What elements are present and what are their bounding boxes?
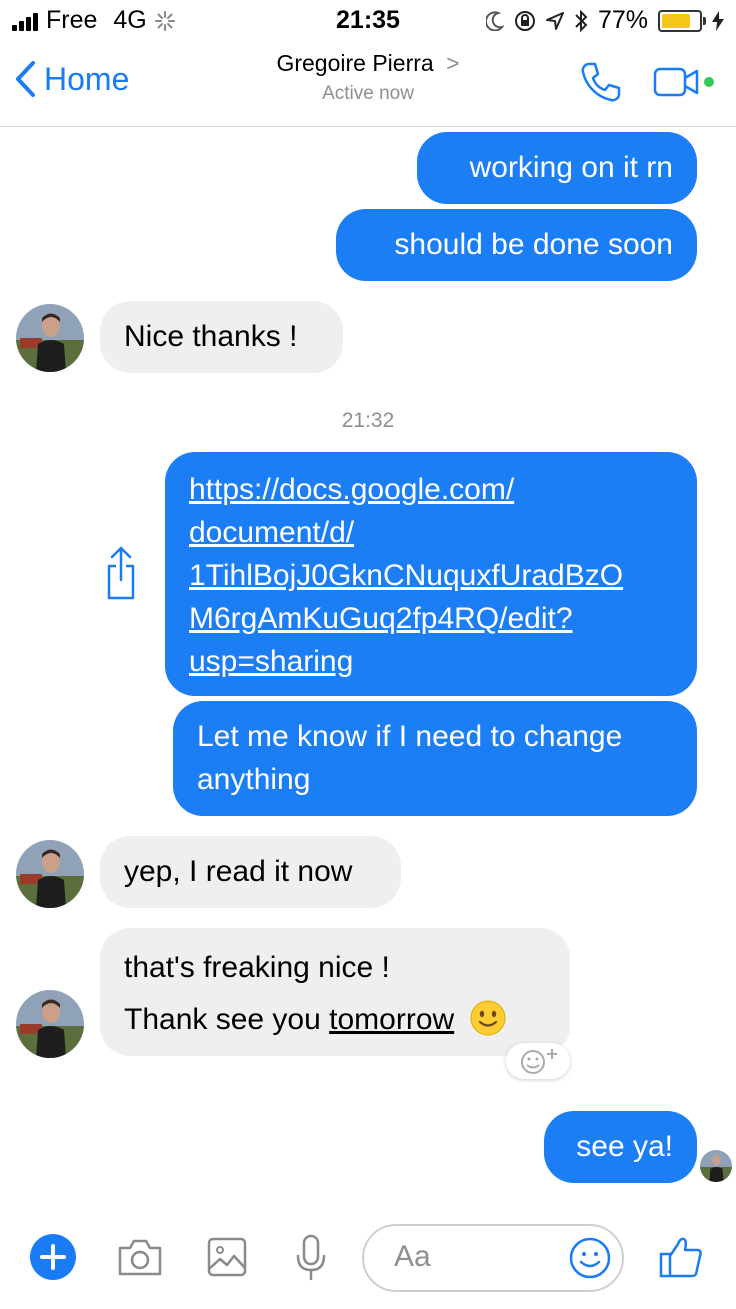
chevron-right-icon: >	[446, 50, 460, 76]
message-outgoing[interactable]: working on it rn	[417, 132, 697, 204]
share-icon[interactable]	[106, 546, 136, 602]
add-reaction-button[interactable]	[506, 1043, 570, 1079]
message-incoming[interactable]: Nice thanks !	[100, 301, 343, 373]
link-line[interactable]: 1TihlBojJ0GknCNuquxfUradBzO	[189, 554, 677, 597]
message-outgoing[interactable]: Let me know if I need to change anything	[173, 701, 697, 816]
plus-icon[interactable]	[30, 1234, 76, 1280]
message-text: Thank see you	[124, 1003, 321, 1036]
avatar[interactable]	[16, 990, 84, 1058]
contact-name: Gregoire Pierra	[276, 50, 434, 76]
avatar[interactable]	[16, 304, 84, 372]
message-incoming[interactable]: that's freaking nice ! Thank see you tom…	[100, 928, 570, 1056]
link-line[interactable]: usp=sharing	[189, 640, 677, 683]
message-text: yep, I read it now	[124, 855, 353, 888]
bluetooth-icon	[575, 9, 588, 32]
avatar[interactable]	[16, 840, 84, 908]
camera-icon[interactable]	[116, 1236, 164, 1278]
message-outgoing[interactable]: should be done soon	[336, 209, 697, 281]
message-input[interactable]: Aa	[362, 1224, 624, 1292]
link-line[interactable]: document/d/	[189, 511, 677, 554]
add-reaction-icon	[521, 1049, 557, 1074]
link-message[interactable]: https://docs.google.com/ document/d/ 1Ti…	[165, 452, 697, 696]
thumbs-up-icon[interactable]	[658, 1234, 704, 1280]
message-input-placeholder: Aa	[394, 1240, 431, 1273]
message-timestamp: 21:32	[341, 409, 395, 432]
message-outgoing[interactable]: see ya!	[544, 1111, 697, 1183]
gallery-icon[interactable]	[206, 1236, 248, 1278]
emoji-icon[interactable]	[568, 1236, 612, 1280]
read-receipt-avatar	[700, 1150, 732, 1182]
charging-bolt-icon	[712, 10, 724, 31]
active-dot-icon	[704, 77, 714, 87]
orientation-lock-icon	[514, 10, 535, 31]
link-line[interactable]: https://docs.google.com/	[189, 468, 677, 511]
link-line[interactable]: M6rgAmKuGuq2fp4RQ/edit?	[189, 597, 677, 640]
microphone-icon[interactable]	[294, 1234, 328, 1282]
message-incoming[interactable]: yep, I read it now	[100, 836, 401, 908]
location-icon	[545, 11, 564, 30]
message-text: working on it rn	[469, 151, 673, 184]
message-text: see ya!	[576, 1130, 673, 1163]
battery-icon	[658, 9, 706, 32]
moon-icon	[485, 10, 504, 31]
video-camera-icon	[653, 67, 699, 97]
composer-bar: Aa	[0, 1216, 736, 1309]
chat-header: Home Gregoire Pierra > Active now	[0, 42, 736, 127]
message-text: that's freaking nice !	[124, 951, 390, 984]
message-text: should be done soon	[394, 228, 673, 261]
smiley-emoji-icon	[470, 1000, 506, 1036]
status-bar: Free 4G 21:35 77%	[0, 0, 736, 42]
message-text: Let me know if I need to change anything	[197, 720, 623, 796]
battery-percent: 77%	[597, 6, 648, 34]
tomorrow-link[interactable]: tomorrow	[329, 1003, 454, 1036]
message-text: Nice thanks !	[124, 320, 298, 353]
video-call-button[interactable]	[653, 66, 714, 98]
phone-call-icon[interactable]	[579, 60, 623, 104]
